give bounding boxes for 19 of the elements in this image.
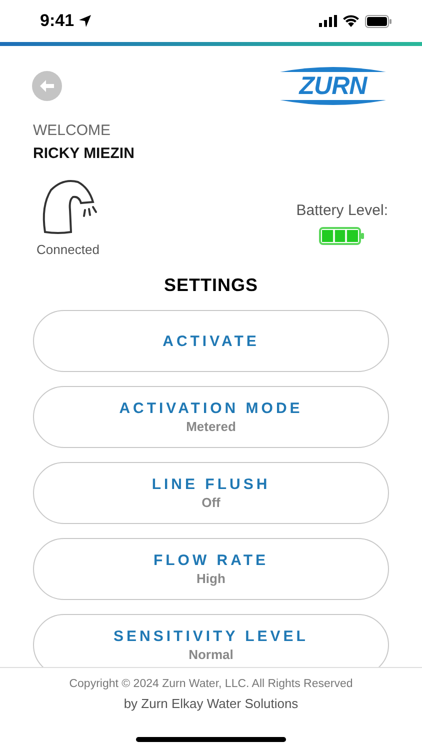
- battery-level-icon: [319, 227, 366, 245]
- connection-status: Connected: [36, 242, 100, 257]
- battery-label: Battery Level:: [296, 202, 388, 219]
- battery-status-icon: [365, 14, 392, 28]
- setting-button[interactable]: SENSITIVITY LEVEL Normal: [33, 614, 389, 667]
- settings-title: SETTINGS: [162, 275, 259, 296]
- signal-icon: [319, 15, 337, 27]
- welcome-label: WELCOME: [33, 122, 112, 139]
- byline-text: by Zurn Elkay Water Solutions: [124, 696, 298, 711]
- setting-button[interactable]: FLOW RATE High: [33, 538, 389, 600]
- location-arrow-icon: [78, 14, 92, 28]
- user-name: RICKY MIEZIN: [33, 145, 136, 162]
- setting-button[interactable]: LINE FLUSH Off: [33, 462, 389, 524]
- status-time: 9:41: [40, 11, 92, 31]
- setting-button[interactable]: ACTIVATE: [33, 310, 389, 372]
- setting-button[interactable]: ACTIVATION MODE Metered: [33, 386, 389, 448]
- wifi-icon: [343, 15, 359, 27]
- copyright-text: Copyright © 2024 Zurn Water, LLC. All Rights Reserved: [69, 678, 353, 690]
- back-icon[interactable]: [32, 71, 62, 101]
